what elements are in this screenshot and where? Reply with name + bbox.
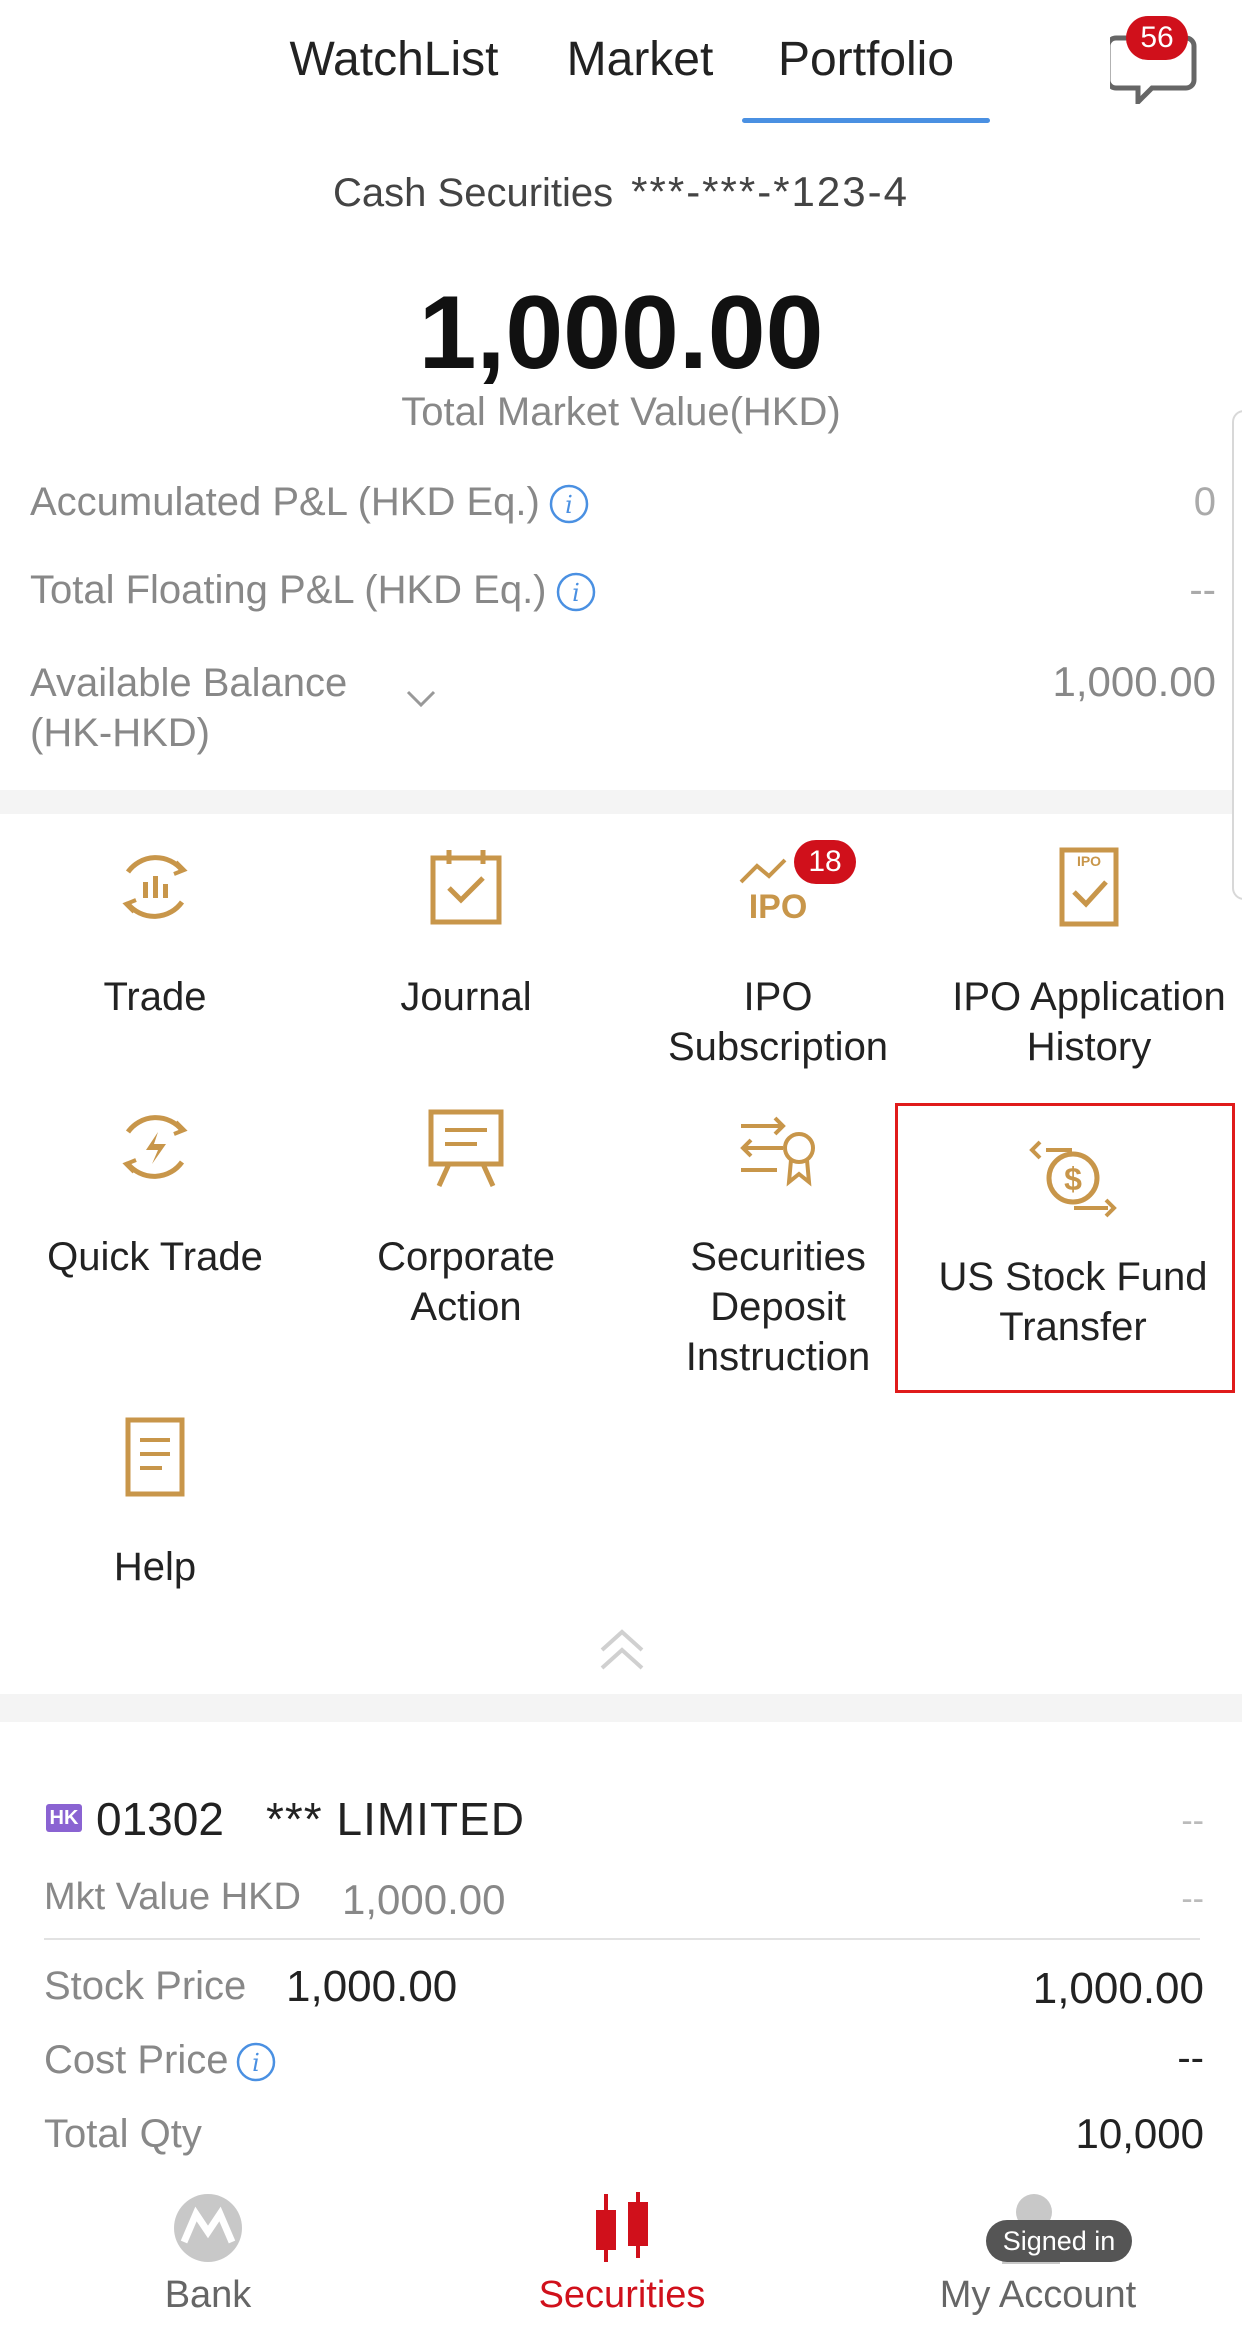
message-count-badge: 56 bbox=[1126, 16, 1188, 60]
signed-in-badge: Signed in bbox=[986, 2220, 1132, 2262]
accumulated-pl-value: 0 bbox=[1193, 480, 1216, 524]
active-tab-indicator bbox=[742, 118, 990, 123]
svg-text:IPO: IPO bbox=[749, 888, 808, 926]
accumulated-pl-row: Accumulated P&L (HKD Eq.) i 0 bbox=[30, 480, 1216, 540]
candlestick-icon bbox=[596, 2192, 648, 2262]
shortcut-corporate-action[interactable]: Corporate Action bbox=[311, 1102, 621, 1332]
shortcut-label: Trade bbox=[103, 975, 207, 1019]
divider bbox=[44, 1938, 1200, 1940]
cost-price-label-text: Cost Price bbox=[44, 2038, 229, 2082]
stock-name: *** LIMITED bbox=[266, 1793, 525, 1845]
shortcut-label: Corporate Action bbox=[377, 1235, 555, 1329]
stock-price-label: Stock Price bbox=[44, 1964, 247, 2008]
total-market-value-label: Total Market Value(HKD) bbox=[401, 390, 841, 434]
shortcut-label: Help bbox=[113, 1545, 197, 1589]
shortcut-help[interactable]: Help bbox=[0, 1412, 310, 1592]
cost-price-label: Cost Price i bbox=[44, 2038, 277, 2083]
svg-text:i: i bbox=[565, 491, 573, 519]
stock-price-right: 1,000.00 bbox=[1032, 1964, 1204, 2013]
account-selector[interactable]: Cash Securities ***-***-*123-4 bbox=[0, 168, 1242, 216]
svg-text:$: $ bbox=[1064, 1161, 1082, 1197]
tab-portfolio[interactable]: Portfolio bbox=[742, 28, 990, 124]
securities-deposit-icon bbox=[740, 1116, 815, 1187]
stock-price: 1,000.00 bbox=[286, 1962, 458, 2011]
section-divider bbox=[0, 790, 1242, 814]
journal-icon bbox=[430, 850, 502, 925]
shortcut-label: Journal bbox=[400, 975, 532, 1019]
holding-card[interactable]: HK 01302 *** LIMITED -- Mkt Value HKD 1,… bbox=[44, 1780, 1204, 2180]
shortcut-label: IPO Application History bbox=[952, 975, 1226, 1069]
cost-price-value: -- bbox=[1177, 2036, 1204, 2080]
info-icon[interactable]: i bbox=[235, 2041, 277, 2083]
corporate-action-icon bbox=[428, 1109, 504, 1188]
accumulated-pl-label: Accumulated P&L (HKD Eq.) bbox=[30, 480, 540, 524]
nav-label: Securities bbox=[538, 2274, 706, 2316]
nav-bank[interactable]: Bank bbox=[58, 2180, 358, 2334]
nav-label: My Account bbox=[939, 2274, 1137, 2316]
bank-logo-icon bbox=[174, 2194, 242, 2262]
total-qty-value: 10,000 bbox=[1075, 2110, 1204, 2157]
account-number: ***-***-*123-4 bbox=[631, 168, 909, 215]
shortcut-label: IPO Subscription bbox=[667, 975, 889, 1069]
tab-watchlist[interactable]: WatchList bbox=[282, 28, 506, 124]
shortcut-label: US Stock Fund Transfer bbox=[938, 1255, 1208, 1349]
svg-text:IPO: IPO bbox=[1077, 853, 1101, 869]
shortcut-ipo-history[interactable]: IPO IPO Application History bbox=[934, 842, 1242, 1072]
account-type-label: Cash Securities bbox=[333, 171, 614, 215]
change-value: -- bbox=[1181, 1802, 1204, 1840]
ipo-count-badge: 18 bbox=[794, 840, 856, 884]
floating-pl-row: Total Floating P&L (HKD Eq.) i -- bbox=[30, 568, 1216, 628]
market-tag: HK bbox=[46, 1804, 82, 1832]
info-icon[interactable]: i bbox=[548, 483, 590, 525]
shortcut-label: Securities Deposit Instruction bbox=[685, 1235, 871, 1379]
double-chevron-up-icon[interactable] bbox=[590, 1620, 654, 1680]
total-market-value: 1,000.00 bbox=[418, 275, 824, 391]
shortcut-label: Quick Trade bbox=[47, 1235, 263, 1279]
svg-text:i: i bbox=[572, 579, 580, 607]
tab-market[interactable]: Market bbox=[555, 28, 725, 124]
ipo-history-icon: IPO bbox=[1059, 847, 1119, 927]
change-percent: -- bbox=[1181, 1880, 1204, 1918]
section-divider bbox=[0, 1694, 1242, 1722]
available-balance-row: Available Balance (HK-HKD) 1,000.00 bbox=[30, 658, 1216, 758]
floating-pl-value: -- bbox=[1189, 568, 1216, 612]
shortcut-securities-deposit[interactable]: Securities Deposit Instruction bbox=[623, 1102, 933, 1382]
quick-trade-icon bbox=[122, 1115, 188, 1179]
shortcut-us-stock-fund-transfer[interactable]: $ US Stock Fund Transfer bbox=[918, 1132, 1228, 1352]
help-icon bbox=[125, 1417, 185, 1497]
nav-label: Bank bbox=[164, 2274, 252, 2316]
total-qty-label: Total Qty bbox=[44, 2112, 202, 2156]
shortcut-journal[interactable]: Journal bbox=[311, 842, 621, 1022]
shortcut-quick-trade[interactable]: Quick Trade bbox=[0, 1102, 310, 1282]
top-tab-bar: WatchList Market Portfolio 56 bbox=[0, 0, 1242, 128]
portfolio-screen: WatchList Market Portfolio 56 Cash Secur… bbox=[0, 0, 1242, 2334]
floating-pl-label: Total Floating P&L (HKD Eq.) bbox=[30, 568, 547, 612]
shortcut-ipo-subscription[interactable]: IPO IPO Subscription bbox=[623, 842, 933, 1072]
nav-securities[interactable]: Securities bbox=[472, 2180, 772, 2334]
chevron-down-icon[interactable] bbox=[398, 678, 444, 718]
info-icon[interactable]: i bbox=[555, 571, 597, 613]
stock-code: 01302 bbox=[96, 1793, 224, 1845]
trade-icon bbox=[122, 855, 188, 919]
available-balance-value: 1,000.00 bbox=[1052, 658, 1217, 705]
shortcut-trade[interactable]: Trade bbox=[0, 842, 310, 1022]
mkt-value-label: Mkt Value HKD bbox=[44, 1876, 301, 1918]
fund-transfer-icon: $ bbox=[1029, 1140, 1117, 1218]
available-balance-label: Available Balance (HK-HKD) bbox=[30, 661, 348, 755]
mkt-value: 1,000.00 bbox=[342, 1876, 506, 1923]
side-drawer-handle[interactable] bbox=[1232, 410, 1242, 900]
svg-text:i: i bbox=[252, 2049, 260, 2077]
